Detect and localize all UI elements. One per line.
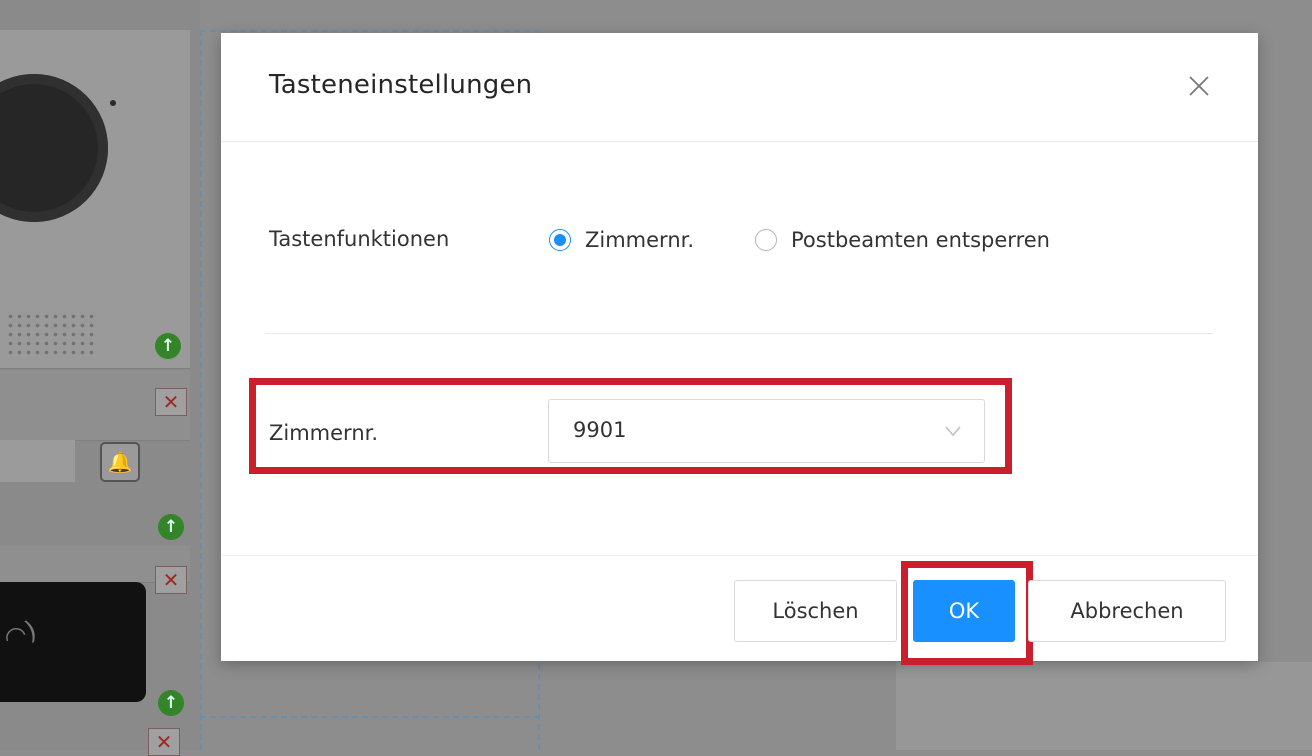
- room-number-label: Zimmernr.: [269, 421, 379, 445]
- upload-icon[interactable]: ↑: [158, 690, 184, 716]
- upload-icon[interactable]: ↑: [155, 333, 181, 359]
- cancel-button[interactable]: Abbrechen: [1028, 580, 1226, 642]
- radio-checked-icon: [549, 229, 571, 251]
- button-settings-dialog: Tasteneinstellungen Tastenfunktionen Zim…: [221, 33, 1258, 665]
- bell-icon[interactable]: 🔔: [100, 442, 140, 482]
- dashed-guide: [200, 716, 540, 718]
- remove-icon[interactable]: ✕: [155, 566, 187, 594]
- dashed-guide: [200, 30, 540, 32]
- radio-label: Zimmernr.: [585, 228, 695, 252]
- dialog-footer: [221, 555, 1258, 556]
- key-function-label: Tastenfunktionen: [269, 227, 450, 251]
- remove-icon[interactable]: ✕: [155, 388, 187, 416]
- dialog-title: Tasteneinstellungen: [269, 70, 533, 100]
- chevron-down-icon: [945, 426, 961, 437]
- dashed-guide: [200, 30, 202, 750]
- dialog-header: Tasteneinstellungen: [221, 33, 1258, 142]
- radio-unchecked-icon: [755, 229, 777, 251]
- remove-icon[interactable]: ✕: [148, 728, 180, 756]
- speaker-grille-icon: [6, 312, 98, 358]
- radio-room-number[interactable]: Zimmernr.: [549, 228, 694, 252]
- room-number-select[interactable]: 9901: [548, 399, 985, 463]
- delete-button[interactable]: Löschen: [734, 580, 897, 642]
- sensor-dot: [110, 100, 116, 106]
- close-button[interactable]: [1182, 69, 1216, 103]
- room-number-value: 9901: [573, 418, 627, 442]
- radio-unlock-postman[interactable]: Postbeamten entsperren: [755, 228, 1050, 252]
- module-input[interactable]: [0, 440, 75, 482]
- device-preview: [0, 30, 190, 369]
- close-icon: [1189, 76, 1209, 96]
- camera-icon: [0, 74, 108, 222]
- section-divider: [265, 333, 1213, 334]
- background-area: [896, 662, 1312, 750]
- upload-icon[interactable]: ↑: [158, 514, 184, 540]
- radio-label: Postbeamten entsperren: [791, 228, 1050, 252]
- ok-button[interactable]: OK: [913, 580, 1015, 642]
